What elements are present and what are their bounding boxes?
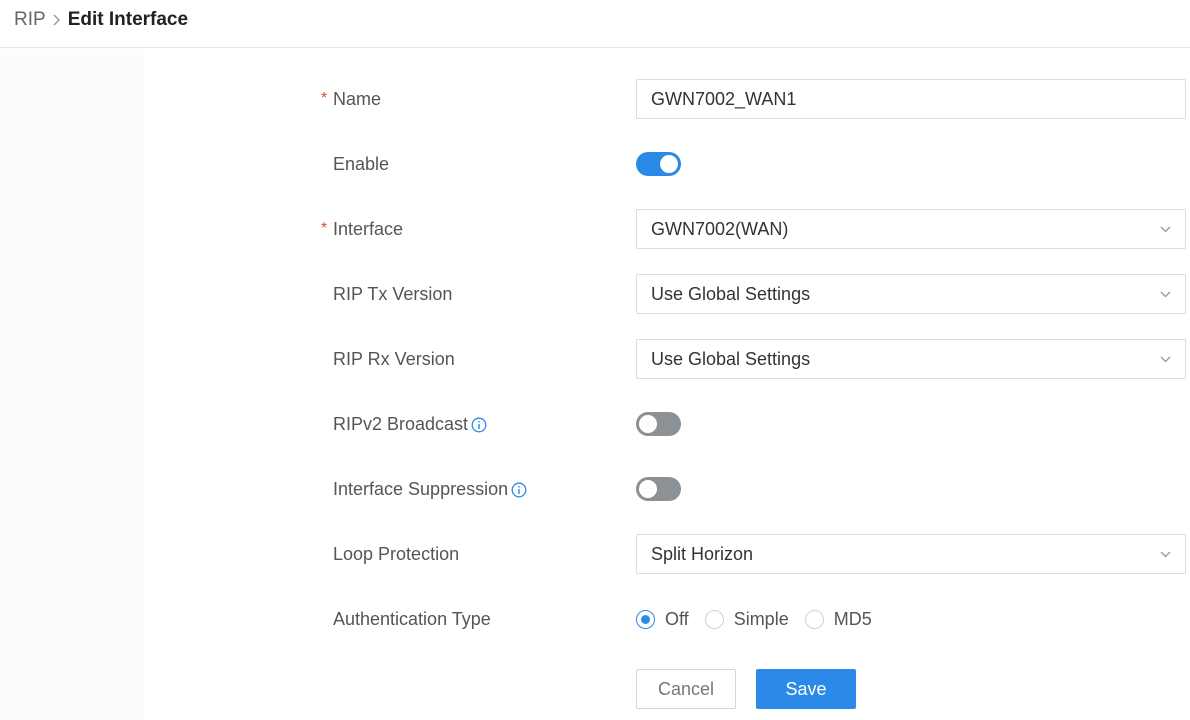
rip-rx-version-select[interactable]: Use Global Settings	[636, 339, 1186, 379]
interface-select[interactable]: GWN7002(WAN)	[636, 209, 1186, 249]
name-input[interactable]: GWN7002_WAN1	[636, 79, 1186, 119]
cancel-button[interactable]: Cancel	[636, 669, 736, 709]
breadcrumb-rip-link[interactable]: RIP	[14, 9, 46, 31]
breadcrumb: RIP Edit Interface	[14, 8, 188, 32]
required-marker: *	[321, 220, 328, 237]
name-value: GWN7002_WAN1	[651, 88, 797, 109]
name-label: Name	[333, 89, 382, 109]
auth-radio-simple[interactable]: Simple	[704, 608, 789, 630]
interface-suppression-toggle[interactable]	[636, 477, 681, 501]
rip-rx-version-value: Use Global Settings	[651, 348, 811, 369]
rip-tx-version-label: RIP Tx Version	[333, 284, 453, 304]
enable-toggle[interactable]	[636, 152, 681, 176]
authentication-type-label: Authentication Type	[333, 609, 491, 629]
auth-option-off-label: Off	[665, 608, 689, 629]
loop-protection-value: Split Horizon	[651, 543, 754, 564]
interface-value: GWN7002(WAN)	[651, 218, 789, 239]
auth-option-md5-label: MD5	[833, 608, 872, 629]
chevron-down-icon	[1155, 291, 1171, 298]
interface-suppression-label-text: Interface Suppression	[333, 479, 509, 499]
enable-label: Enable	[333, 154, 390, 174]
chevron-down-icon	[1155, 226, 1171, 233]
loop-protection-select[interactable]: Split Horizon	[636, 534, 1186, 574]
save-button[interactable]: Save	[756, 669, 856, 709]
loop-protection-label: Loop Protection	[333, 544, 460, 564]
toggle-knob	[639, 415, 657, 433]
auth-radio-md5[interactable]: MD5	[804, 608, 872, 630]
chevron-down-icon	[1155, 551, 1171, 558]
auth-option-simple-label: Simple	[733, 608, 789, 629]
ripv2-broadcast-toggle[interactable]	[636, 412, 681, 436]
rip-tx-version-select[interactable]: Use Global Settings	[636, 274, 1186, 314]
interface-label: Interface	[333, 219, 404, 239]
content-area	[0, 49, 1190, 720]
ripv2-broadcast-label: RIPv2 Broadcast	[333, 412, 487, 436]
header-bar: RIP Edit Interface	[0, 0, 1190, 48]
ripv2-broadcast-label-text: RIPv2 Broadcast	[333, 414, 469, 434]
radio-button[interactable]	[804, 609, 824, 629]
authentication-type-radio-group: Off Simple MD5	[636, 606, 888, 632]
toggle-knob	[639, 480, 657, 498]
auth-radio-off[interactable]: Off	[636, 609, 689, 630]
chevron-right-icon	[52, 13, 61, 27]
toggle-knob	[660, 155, 678, 173]
info-icon[interactable]	[471, 417, 487, 433]
interface-suppression-label: Interface Suppression	[333, 477, 527, 501]
rip-tx-version-value: Use Global Settings	[651, 283, 811, 304]
radio-button-checked[interactable]	[636, 609, 655, 629]
page-title: Edit Interface	[67, 9, 189, 30]
required-marker: *	[321, 90, 328, 107]
rip-rx-version-label: RIP Rx Version	[333, 349, 455, 369]
radio-button[interactable]	[704, 609, 724, 629]
chevron-down-icon	[1155, 356, 1171, 363]
info-icon[interactable]	[511, 482, 527, 498]
